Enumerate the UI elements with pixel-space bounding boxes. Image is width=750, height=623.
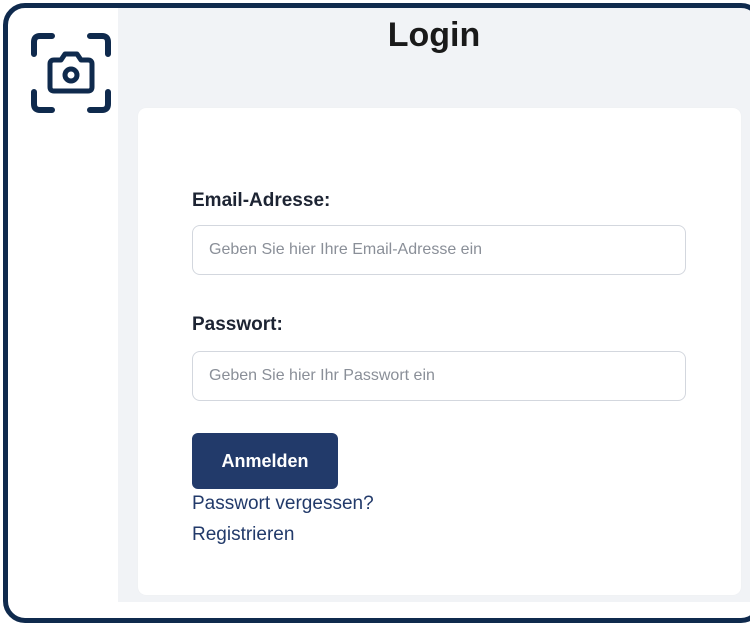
camera-scan-icon[interactable] [30,32,112,114]
login-card: Email-Adresse: Passwort: Anmelden Passwo… [138,108,741,595]
forgot-password-link[interactable]: Passwort vergessen? [192,493,374,515]
page-title: Login [387,16,481,54]
login-button[interactable]: Anmelden [192,433,338,489]
email-field[interactable] [192,225,686,275]
email-label: Email-Adresse: [192,190,331,211]
password-field[interactable] [192,351,686,401]
password-label: Passwort: [192,314,283,335]
sidebar [8,8,118,602]
app-window: Login Email-Adresse: Passwort: Anmelden … [0,0,750,623]
register-link[interactable]: Registrieren [192,524,294,546]
